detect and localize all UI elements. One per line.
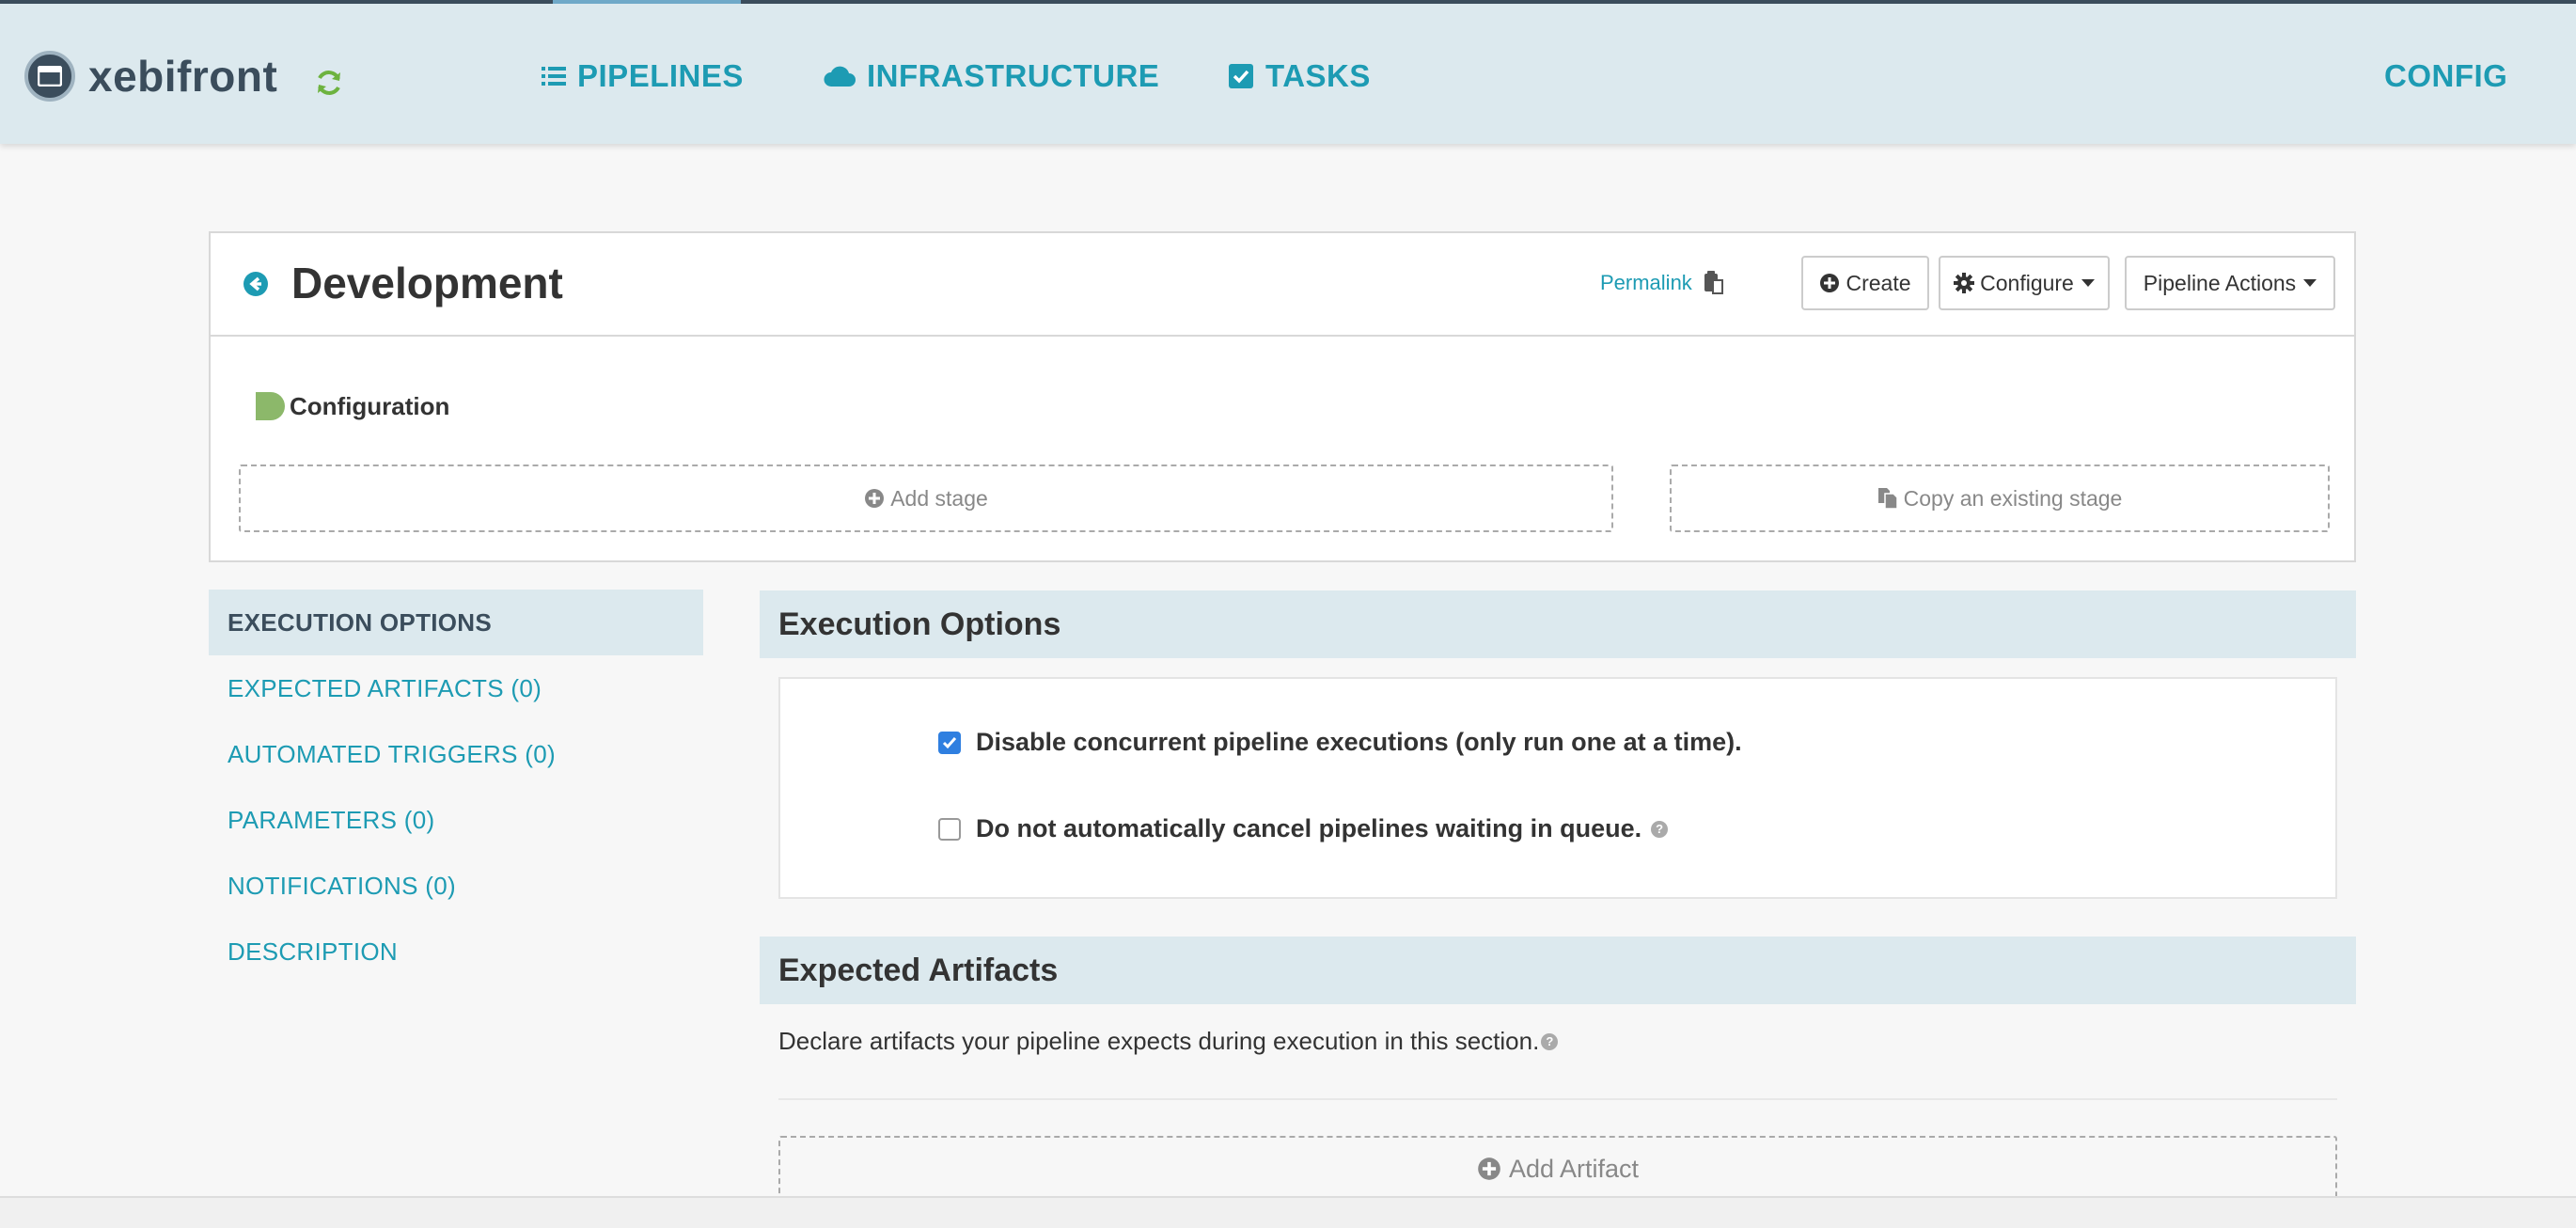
plus-circle-icon: [1820, 274, 1840, 292]
configure-dropdown[interactable]: Configure: [1939, 256, 2110, 310]
permalink-link[interactable]: Permalink: [1600, 271, 1692, 295]
artifacts-description: Declare artifacts your pipeline expects …: [778, 1027, 1559, 1056]
add-stage-button[interactable]: Add stage: [239, 464, 1613, 532]
nav-infrastructure-label: INFRASTRUCTURE: [867, 58, 1160, 93]
create-button[interactable]: Create: [1801, 256, 1929, 310]
nav-tasks[interactable]: TASKS: [1228, 58, 1371, 94]
disable-concurrent-option[interactable]: Disable concurrent pipeline executions (…: [938, 728, 1742, 757]
side-menu-expected-artifacts[interactable]: EXPECTED ARTIFACTS (0): [209, 655, 703, 721]
create-button-label: Create: [1846, 270, 1911, 295]
list-icon: [542, 67, 566, 86]
side-menu-execution-options[interactable]: EXECUTION OPTIONS: [209, 590, 703, 655]
pipeline-card: Development Permalink Create Configure P…: [209, 231, 2356, 562]
plus-circle-icon: [1478, 1157, 1500, 1180]
pipeline-actions-dropdown[interactable]: Pipeline Actions: [2125, 256, 2335, 310]
back-arrow-icon[interactable]: [243, 271, 269, 297]
checkmark-icon: [942, 736, 957, 748]
add-stage-label: Add stage: [890, 485, 988, 511]
gear-icon: [1954, 273, 1975, 293]
checkbox-icon: [1229, 64, 1253, 88]
side-menu-parameters[interactable]: PARAMETERS (0): [209, 787, 703, 853]
nav-config-label: CONFIG: [2384, 58, 2508, 93]
active-nav-indicator: [553, 0, 741, 4]
execution-options-panel: Disable concurrent pipeline executions (…: [778, 677, 2337, 899]
brand[interactable]: xebifront: [24, 51, 277, 102]
pipeline-title: Development: [291, 259, 563, 307]
side-menu: EXECUTION OPTIONS EXPECTED ARTIFACTS (0)…: [209, 590, 703, 984]
top-navbar: xebifront PIPELINES INFRASTRUCTURE TASKS…: [0, 0, 2576, 144]
configuration-label: Configuration: [290, 391, 450, 420]
divider: [778, 1098, 2337, 1100]
disable-concurrent-label: Disable concurrent pipeline executions (…: [976, 728, 1742, 756]
caret-down-icon: [2303, 279, 2317, 287]
configuration-stage[interactable]: Configuration: [254, 391, 449, 421]
nav-infrastructure[interactable]: INFRASTRUCTURE: [824, 58, 1159, 94]
nav-tasks-label: TASKS: [1265, 58, 1371, 93]
bottom-bar: [0, 1196, 2576, 1228]
side-menu-notifications[interactable]: NOTIFICATIONS (0): [209, 853, 703, 919]
copy-stage-label: Copy an existing stage: [1903, 485, 2123, 511]
nav-config[interactable]: CONFIG: [2384, 58, 2507, 94]
caret-down-icon: [2081, 279, 2095, 287]
nav-pipelines[interactable]: PIPELINES: [542, 58, 744, 94]
plus-circle-icon: [865, 489, 885, 508]
no-auto-cancel-option[interactable]: Do not automatically cancel pipelines wa…: [938, 814, 1669, 843]
cloud-icon: [824, 66, 856, 87]
clipboard-icon[interactable]: [1702, 269, 1724, 295]
pipeline-header: Development Permalink Create Configure P…: [211, 233, 2354, 337]
refresh-icon[interactable]: [314, 68, 344, 98]
help-icon[interactable]: ?: [1651, 820, 1669, 838]
expected-artifacts-heading: Expected Artifacts: [760, 937, 2356, 1004]
side-menu-automated-triggers[interactable]: AUTOMATED TRIGGERS (0): [209, 721, 703, 787]
copy-icon: [1877, 488, 1898, 510]
artifacts-description-text: Declare artifacts your pipeline expects …: [778, 1027, 1540, 1055]
pipeline-actions-label: Pipeline Actions: [2143, 270, 2297, 295]
side-menu-description[interactable]: DESCRIPTION: [209, 919, 703, 984]
configuration-stage-icon: [256, 392, 285, 420]
no-auto-cancel-checkbox[interactable]: [938, 817, 961, 841]
brand-name: xebifront: [88, 52, 278, 101]
no-auto-cancel-label: Do not automatically cancel pipelines wa…: [976, 814, 1642, 842]
execution-options-heading: Execution Options: [760, 590, 2356, 658]
disable-concurrent-checkbox[interactable]: [938, 731, 961, 754]
help-icon[interactable]: ?: [1541, 1032, 1559, 1050]
configure-label: Configure: [1980, 270, 2074, 295]
nav-pipelines-label: PIPELINES: [577, 58, 744, 93]
app-logo-icon: [24, 51, 75, 102]
copy-stage-button[interactable]: Copy an existing stage: [1670, 464, 2330, 532]
